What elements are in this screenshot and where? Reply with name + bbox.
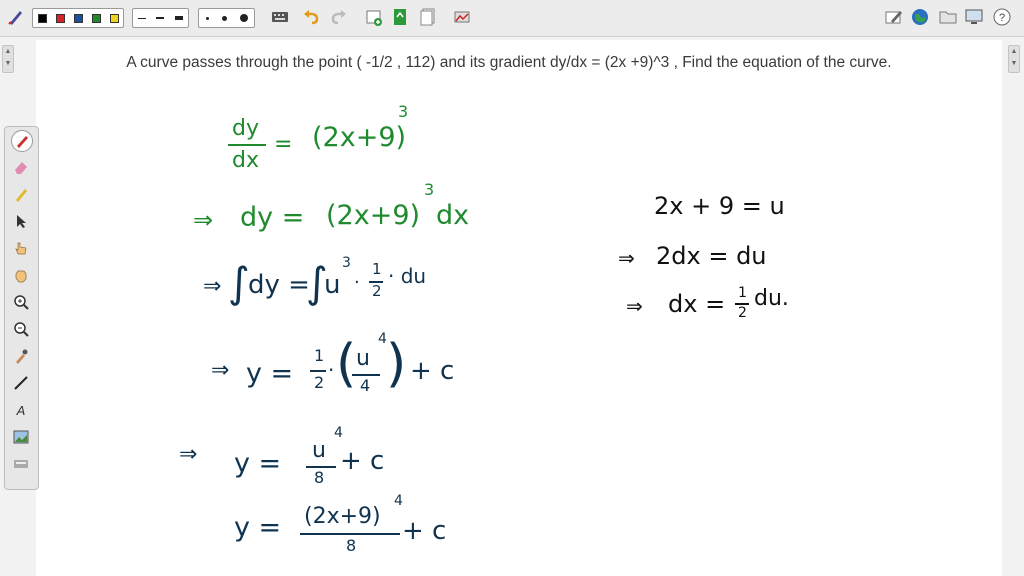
step4-half-numerator: 1: [314, 346, 325, 365]
step2-tail: dx: [436, 200, 470, 231]
zoom-in-icon[interactable]: [11, 292, 31, 312]
step4-dot: ·: [328, 358, 335, 382]
step1-exponent: 3: [398, 102, 409, 121]
step2-arrow: ⇒: [193, 206, 214, 234]
step1-denominator: dx: [232, 148, 259, 173]
step5-u-numerator: u: [312, 438, 326, 463]
step3-half-denominator: 2: [372, 282, 382, 300]
step1-fraction-bar: [228, 144, 266, 146]
step5-exponent: 4: [334, 425, 343, 441]
line-icon[interactable]: [11, 373, 31, 393]
pen-icon[interactable]: [11, 130, 33, 152]
globe-icon[interactable]: [910, 7, 930, 27]
step5-tail: + c: [340, 446, 385, 476]
dot-size-group: [198, 8, 255, 28]
sub-line-2: 2dx = du: [656, 242, 767, 270]
highlighter-icon[interactable]: [11, 184, 31, 204]
left-tool-panel: A: [4, 126, 39, 490]
zoom-out-icon[interactable]: [11, 319, 31, 339]
sub-line-2-arrow: ⇒: [618, 246, 635, 270]
step6-fraction-bar: [300, 533, 400, 535]
question-text: A curve passes through the point ( -1/2 …: [126, 54, 892, 71]
step1-rhs: (2x+9): [312, 122, 407, 153]
medium-dot-option[interactable]: [221, 15, 227, 21]
small-dot-option[interactable]: [205, 16, 209, 20]
color-palette: [32, 8, 124, 28]
step1-equals: =: [274, 132, 293, 157]
medium-line-option[interactable]: [156, 17, 165, 19]
pages-icon[interactable]: [418, 7, 438, 27]
undo-icon[interactable]: [302, 7, 322, 27]
help-icon[interactable]: ?: [992, 7, 1012, 27]
step2-lhs: dy =: [240, 202, 305, 233]
step4-tail: + c: [410, 356, 455, 386]
step4-arrow: ⇒: [211, 358, 230, 383]
eyedropper-icon[interactable]: [11, 346, 31, 366]
step1-numerator: dy: [232, 116, 259, 141]
image-icon[interactable]: [11, 427, 31, 447]
thick-line-option[interactable]: [174, 16, 183, 20]
step4-u-numerator: u: [356, 346, 370, 371]
color-yellow-swatch[interactable]: [109, 13, 119, 23]
step5-denominator: 8: [314, 468, 325, 487]
hand-grab-icon[interactable]: [11, 265, 31, 285]
keyboard-icon[interactable]: [270, 7, 290, 27]
step3-integral-left: ∫: [228, 258, 250, 307]
keyboard-icon[interactable]: [11, 454, 31, 474]
thin-line-option[interactable]: [138, 17, 147, 19]
step6-denominator: 8: [346, 536, 357, 555]
sub-line-3-half-numerator: 1: [738, 285, 747, 301]
step4-u-denominator: 4: [360, 376, 371, 395]
color-navy-swatch[interactable]: [73, 13, 83, 23]
large-dot-option[interactable]: [239, 14, 248, 22]
step3-u: u: [324, 270, 341, 300]
export-icon[interactable]: [390, 7, 410, 27]
step2-exponent: 3: [424, 180, 435, 199]
text-icon[interactable]: A: [11, 400, 31, 420]
step3-half-numerator: 1: [372, 260, 382, 278]
step3-tail: · du: [388, 264, 427, 288]
sub-line-1: 2x + 9 = u: [654, 192, 785, 220]
color-black-swatch[interactable]: [37, 13, 47, 23]
eraser-icon[interactable]: [11, 157, 31, 177]
step4-rparen: ): [386, 334, 407, 394]
svg-text:?: ?: [999, 12, 1005, 24]
top-toolbar: ?: [0, 0, 1024, 37]
step6-lhs: y =: [234, 512, 282, 543]
step4-half-denominator: 2: [314, 373, 325, 392]
step3-exponent: 3: [342, 255, 351, 271]
left-panel-handle[interactable]: ▲ ▼: [2, 45, 14, 73]
redo-icon[interactable]: [328, 7, 348, 27]
right-panel-handle[interactable]: ▲ ▼: [1008, 45, 1020, 73]
color-red-swatch[interactable]: [55, 13, 65, 23]
sub-line-3-lhs: dx =: [668, 290, 726, 318]
whiteboard-canvas[interactable]: A curve passes through the point ( -1/2 …: [36, 40, 1002, 576]
monitor-icon[interactable]: [964, 7, 984, 27]
step4-lhs: y =: [246, 358, 294, 389]
add-page-icon[interactable]: [364, 7, 384, 27]
sub-line-3-tail: du.: [754, 286, 789, 311]
step3-lhs: dy =: [248, 270, 310, 300]
screenshot-icon[interactable]: [452, 7, 472, 27]
sub-line-3-arrow: ⇒: [626, 294, 643, 318]
line-style-group: [132, 8, 189, 28]
color-green-swatch[interactable]: [91, 13, 101, 23]
folder-icon[interactable]: [938, 7, 958, 27]
edit-icon[interactable]: [884, 7, 904, 27]
step3-arrow: ⇒: [203, 274, 222, 299]
step6-numerator: (2x+9): [304, 504, 381, 529]
step6-tail: + c: [402, 516, 447, 546]
step4-lparen: (: [336, 334, 357, 394]
step5-arrow: ⇒: [179, 442, 198, 467]
step6-exponent: 4: [394, 493, 403, 509]
hand-pointer-icon[interactable]: [11, 238, 31, 258]
pen-tool-icon[interactable]: [6, 7, 26, 27]
step2-rhs: (2x+9): [326, 200, 421, 231]
step5-lhs: y =: [234, 448, 282, 479]
sub-line-3-half-denominator: 2: [738, 305, 747, 321]
step4-half-bar: [310, 370, 326, 372]
step3-dot: ·: [354, 272, 360, 293]
pointer-icon[interactable]: [11, 211, 31, 231]
